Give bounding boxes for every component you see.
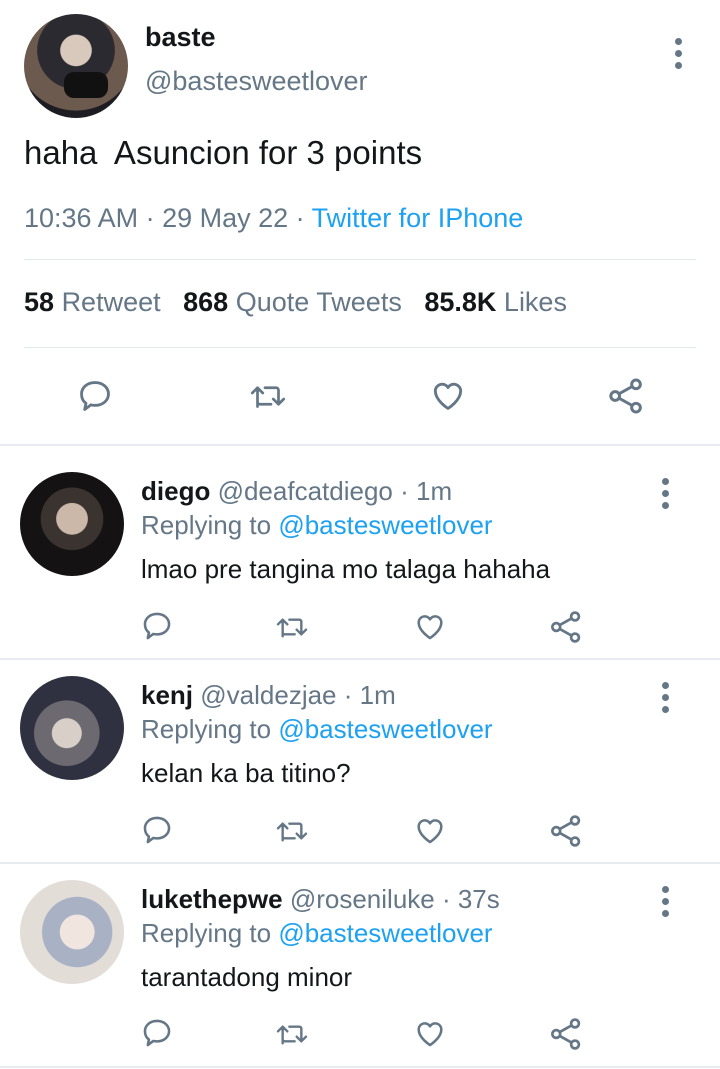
mention-link[interactable]: @bastesweetlover <box>278 918 492 948</box>
more-options-icon[interactable] <box>662 682 670 718</box>
avatar[interactable] <box>20 472 124 576</box>
heart-icon[interactable] <box>412 609 448 643</box>
comment-icon[interactable] <box>140 813 174 847</box>
avatar[interactable] <box>20 880 124 984</box>
reply-tweet[interactable]: diego @deafcatdiego · 1m Replying to @ba… <box>0 446 720 658</box>
replying-label: Replying to <box>141 510 272 540</box>
reply-time: 1m <box>415 476 453 506</box>
main-tweet: baste @bastesweetlover haha Asuncion for… <box>0 0 720 444</box>
reply-author-name[interactable]: lukethepwe <box>141 884 283 914</box>
share-icon[interactable] <box>548 813 584 849</box>
mention-link[interactable]: @bastesweetlover <box>278 714 492 744</box>
reply-time: 1m <box>359 680 396 710</box>
reply-author-handle[interactable]: @deafcatdiego <box>218 476 393 506</box>
likes-label[interactable]: Likes <box>504 287 567 317</box>
reply-author-handle[interactable]: @valdezjae <box>200 680 336 710</box>
quote-label[interactable]: Quote Tweets <box>236 287 402 317</box>
tweet-source[interactable]: Twitter for IPhone <box>312 203 524 233</box>
avatar[interactable] <box>24 14 128 118</box>
heart-icon[interactable] <box>412 1016 448 1050</box>
quote-count[interactable]: 868 <box>183 287 228 317</box>
mention-link[interactable]: @bastesweetlover <box>278 510 492 540</box>
replying-label: Replying to <box>141 714 272 744</box>
divider <box>0 1066 720 1068</box>
divider <box>24 259 696 260</box>
reply-time: 37s <box>457 884 500 914</box>
retweet-icon[interactable] <box>248 378 288 414</box>
divider <box>24 347 696 348</box>
comment-icon[interactable] <box>76 377 114 415</box>
tweet-time: 10:36 AM <box>24 203 139 233</box>
reply-text: tarantadong minor <box>141 962 353 992</box>
tweet-date: 29 May 22 <box>162 203 289 233</box>
reply-text: kelan ka ba titino? <box>141 758 351 788</box>
tweet-text: haha Asuncion for 3 points <box>24 134 423 171</box>
more-options-icon[interactable] <box>662 886 670 922</box>
share-icon[interactable] <box>548 1016 584 1052</box>
reply-tweet[interactable]: lukethepwe @roseniluke · 37s Replying to… <box>0 864 720 1069</box>
reply-text: lmao pre tangina mo talaga hahaha <box>141 554 551 584</box>
comment-icon[interactable] <box>140 1016 174 1050</box>
author-name[interactable]: baste <box>145 22 216 53</box>
avatar[interactable] <box>20 676 124 780</box>
retweet-icon[interactable] <box>274 815 310 847</box>
more-options-icon[interactable] <box>662 478 670 514</box>
replying-label: Replying to <box>141 918 272 948</box>
heart-icon[interactable] <box>412 813 448 847</box>
comment-icon[interactable] <box>140 609 174 643</box>
retweet-count[interactable]: 58 <box>24 287 54 317</box>
more-options-icon[interactable] <box>675 38 683 74</box>
heart-icon[interactable] <box>428 376 468 414</box>
reply-tweet[interactable]: kenj @valdezjae · 1m Replying to @bastes… <box>0 660 720 862</box>
retweet-icon[interactable] <box>274 1018 310 1050</box>
reply-author-handle[interactable]: @roseniluke <box>290 884 435 914</box>
likes-count[interactable]: 85.8K <box>424 287 496 317</box>
author-handle[interactable]: @bastesweetlover <box>145 66 368 97</box>
share-icon[interactable] <box>548 609 584 645</box>
retweet-icon[interactable] <box>274 611 310 643</box>
tweet-meta: 10:36 AM · 29 May 22 · Twitter for IPhon… <box>24 203 524 233</box>
retweet-label[interactable]: Retweet <box>62 287 161 317</box>
share-icon[interactable] <box>606 376 646 416</box>
reply-author-name[interactable]: kenj <box>141 680 193 710</box>
reply-author-name[interactable]: diego <box>141 476 210 506</box>
tweet-stats: 58 Retweet 868 Quote Tweets 85.8K Likes <box>24 287 567 318</box>
